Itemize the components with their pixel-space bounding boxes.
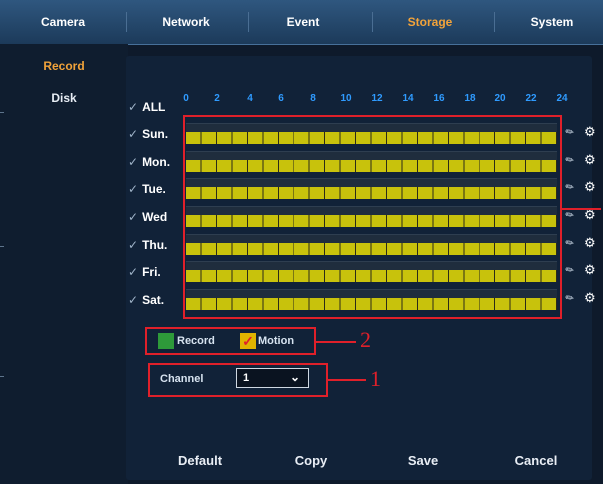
tab-storage[interactable]: Storage: [390, 0, 470, 44]
channel-value: 1: [243, 372, 250, 384]
callout-number-2: 2: [360, 327, 371, 352]
checkmark-icon: ✓: [128, 127, 139, 141]
checkmark-icon: ✓: [128, 100, 139, 114]
day-checkbox-fri[interactable]: ✓ Fri.: [128, 265, 161, 279]
day-checkbox-thu[interactable]: ✓ Thu.: [128, 238, 167, 252]
gear-icon[interactable]: ⚙: [584, 262, 596, 278]
checkmark-icon: ✓: [128, 293, 139, 307]
tab-divider: [126, 12, 127, 32]
hour-label: 4: [247, 93, 253, 104]
day-label: Thu.: [142, 238, 168, 252]
channel-select[interactable]: 1 ⌄: [236, 368, 309, 388]
hour-label: 0: [183, 93, 189, 104]
edge-tick: [0, 246, 4, 247]
checkmark-icon: ✓: [128, 238, 139, 252]
tab-divider: [494, 12, 495, 32]
day-label: Wed: [142, 210, 168, 224]
day-label: Sun.: [142, 127, 169, 141]
sidebar-item-record[interactable]: Record: [0, 59, 128, 73]
copy-button[interactable]: Copy: [286, 453, 336, 468]
callout-number-1: 1: [370, 366, 381, 391]
checkmark-icon: ✓: [128, 265, 139, 279]
sidebar: [0, 44, 128, 484]
gear-icon[interactable]: ⚙: [584, 124, 596, 140]
day-checkbox-tue[interactable]: ✓ Tue.: [128, 182, 166, 196]
channel-label: Channel: [160, 373, 204, 385]
day-checkbox-wed[interactable]: ✓ Wed: [128, 210, 167, 224]
checkmark-icon: ✓: [128, 182, 139, 196]
callout-line: [562, 208, 601, 210]
gear-icon[interactable]: ⚙: [584, 235, 596, 251]
edge-tick: [0, 376, 4, 377]
callout-line: [316, 341, 356, 343]
gear-icon[interactable]: ⚙: [584, 179, 596, 195]
record-legend-swatch: [158, 333, 174, 349]
hour-label: 22: [525, 93, 537, 104]
checkmark-icon: ✓: [128, 155, 139, 169]
day-label: Tue.: [142, 182, 166, 196]
gear-icon[interactable]: ⚙: [584, 152, 596, 168]
record-legend-label: Record: [177, 335, 215, 347]
callout-line: [328, 379, 366, 381]
day-label: Sat.: [142, 293, 165, 307]
hour-label: 18: [464, 93, 476, 104]
sidebar-item-disk[interactable]: Disk: [0, 91, 128, 105]
chevron-down-icon: ⌄: [289, 370, 300, 384]
tab-divider: [372, 12, 373, 32]
select-all-checkbox[interactable]: ✓ ALL: [128, 100, 165, 114]
hour-label: 8: [310, 93, 316, 104]
hour-label: 10: [340, 93, 352, 104]
day-checkbox-sun[interactable]: ✓ Sun.: [128, 127, 168, 141]
hour-label: 14: [402, 93, 414, 104]
day-checkbox-sat[interactable]: ✓ Sat.: [128, 293, 164, 307]
top-navigation: Camera Network Event Storage System: [0, 0, 603, 45]
hour-label: 24: [556, 93, 568, 104]
hour-label: 6: [278, 93, 284, 104]
all-label: ALL: [142, 100, 166, 114]
schedule-highlight-box: [183, 115, 562, 319]
hour-label: 12: [371, 93, 383, 104]
tab-network[interactable]: Network: [146, 0, 226, 44]
day-checkbox-mon[interactable]: ✓ Mon.: [128, 155, 170, 169]
day-label: Fri.: [142, 265, 161, 279]
hour-label: 16: [433, 93, 445, 104]
default-button[interactable]: Default: [170, 453, 230, 468]
checkmark-icon: ✓: [128, 210, 139, 224]
cancel-button[interactable]: Cancel: [508, 453, 564, 468]
day-label: Mon.: [142, 155, 171, 169]
save-button[interactable]: Save: [400, 453, 446, 468]
gear-icon[interactable]: ⚙: [584, 290, 596, 306]
motion-legend-checkmark-icon: ✓: [240, 333, 256, 349]
hour-label: 2: [214, 93, 220, 104]
tab-event[interactable]: Event: [268, 0, 338, 44]
motion-legend-label: Motion: [258, 335, 295, 347]
tab-divider: [248, 12, 249, 32]
tab-camera[interactable]: Camera: [28, 0, 98, 44]
edge-tick: [0, 112, 4, 113]
hour-label: 20: [494, 93, 506, 104]
tab-system[interactable]: System: [512, 0, 592, 44]
